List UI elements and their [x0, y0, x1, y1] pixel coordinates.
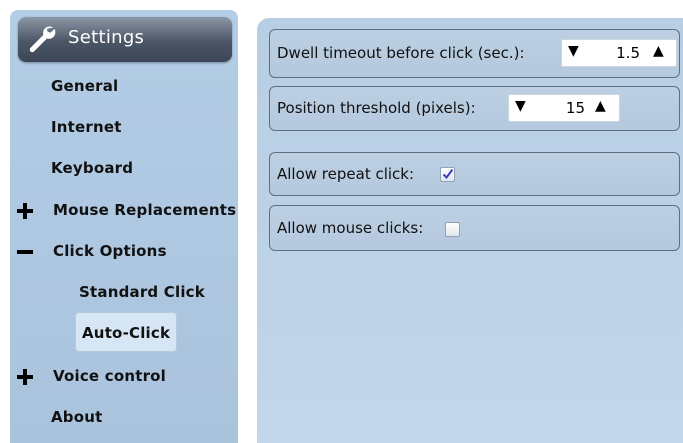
- sidebar-item-label: Click Options: [53, 242, 167, 260]
- position-threshold-label: Position threshold (pixels):: [277, 99, 476, 117]
- sidebar-item-keyboard[interactable]: Keyboard: [51, 159, 133, 177]
- decrement-arrow-icon[interactable]: ▼: [515, 98, 526, 114]
- collapse-minus-icon[interactable]: [17, 244, 33, 260]
- sidebar-title: Settings: [68, 27, 145, 48]
- sidebar-item-label: General: [51, 77, 119, 95]
- sidebar-item-standard-click[interactable]: Standard Click: [79, 283, 205, 301]
- allow-repeat-click-label: Allow repeat click:: [277, 165, 415, 183]
- sidebar-header-settings[interactable]: Settings: [18, 17, 232, 62]
- wrench-icon: [29, 26, 56, 53]
- sidebar-item-voice-control[interactable]: Voice control: [53, 367, 166, 385]
- increment-arrow-icon[interactable]: ▲: [653, 43, 664, 59]
- allow-repeat-click-row: Allow repeat click:: [269, 152, 680, 196]
- sidebar-item-click-options[interactable]: Click Options: [53, 242, 167, 260]
- allow-mouse-clicks-label: Allow mouse clicks:: [277, 219, 424, 237]
- sidebar-item-label: About: [51, 408, 103, 426]
- position-threshold-row: Position threshold (pixels): ▼ 15 ▲: [269, 86, 680, 131]
- dwell-timeout-value[interactable]: 1.5: [602, 44, 640, 62]
- increment-arrow-icon[interactable]: ▲: [595, 98, 606, 114]
- sidebar-item-label: Mouse Replacements: [53, 201, 237, 219]
- allow-mouse-clicks-row: Allow mouse clicks:: [269, 205, 680, 251]
- sidebar-item-mouse-replacements[interactable]: Mouse Replacements: [53, 201, 236, 219]
- sidebar-item-about[interactable]: About: [51, 408, 103, 426]
- sidebar-item-label: Keyboard: [51, 159, 134, 177]
- expand-plus-icon[interactable]: [17, 369, 33, 385]
- position-threshold-value[interactable]: 15: [549, 99, 585, 117]
- sidebar-item-label: Voice control: [53, 367, 167, 385]
- expand-plus-icon[interactable]: [17, 203, 33, 219]
- sidebar: Settings General Internet Keyboard Mouse…: [10, 10, 238, 443]
- allow-mouse-clicks-checkbox[interactable]: [445, 222, 460, 237]
- allow-repeat-click-checkbox[interactable]: [440, 167, 455, 182]
- sidebar-item-label: Auto-Click: [82, 324, 171, 342]
- checkmark-icon: [442, 168, 454, 180]
- settings-panel: Dwell timeout before click (sec.): ▼ 1.5…: [257, 18, 683, 443]
- dwell-timeout-stepper[interactable]: ▼ 1.5 ▲: [561, 39, 677, 67]
- dwell-timeout-label: Dwell timeout before click (sec.):: [277, 44, 525, 62]
- sidebar-item-internet[interactable]: Internet: [51, 118, 122, 136]
- sidebar-item-general[interactable]: General: [51, 77, 118, 95]
- decrement-arrow-icon[interactable]: ▼: [568, 43, 579, 59]
- sidebar-item-label: Standard Click: [79, 283, 205, 301]
- sidebar-item-label: Internet: [51, 118, 122, 136]
- dwell-timeout-row: Dwell timeout before click (sec.): ▼ 1.5…: [269, 29, 680, 78]
- position-threshold-stepper[interactable]: ▼ 15 ▲: [508, 94, 620, 122]
- sidebar-item-auto-click[interactable]: Auto-Click: [82, 324, 170, 342]
